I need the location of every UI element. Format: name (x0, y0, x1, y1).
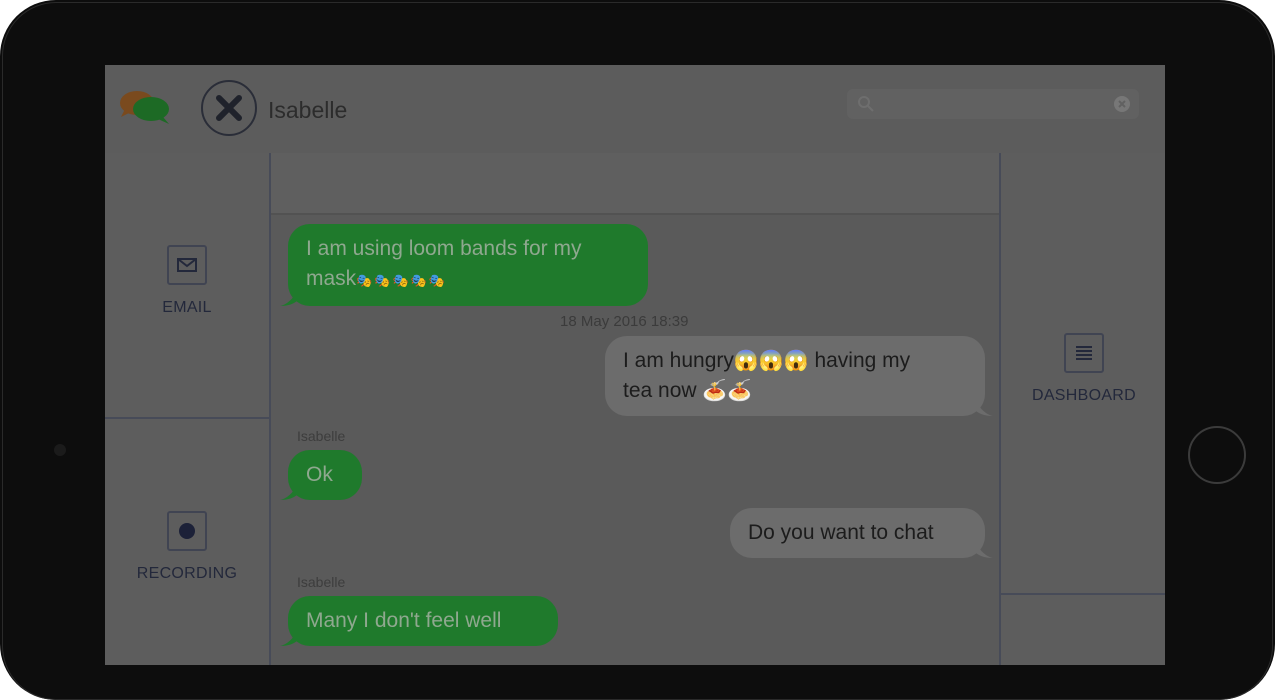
chat-top-bar (271, 153, 999, 215)
message-text: I am using loom bands for my (306, 237, 582, 260)
recording-button[interactable]: RECORDING (105, 511, 269, 583)
close-icon (216, 95, 242, 121)
envelope-icon (177, 258, 197, 272)
message-bubble-incoming: Ok (280, 450, 362, 500)
bubble-tail (280, 630, 298, 646)
dashboard-button[interactable]: DASHBOARD (1001, 333, 1165, 405)
contact-name: Isabelle (268, 97, 348, 123)
scream-emoji: 😱😱😱 (733, 350, 809, 372)
sender-name: Isabelle (297, 428, 346, 444)
message-text: Ok (306, 463, 333, 486)
front-camera (54, 444, 66, 456)
bubble-tail (280, 290, 298, 306)
right-action-panel: DASHBOARD (999, 153, 1165, 665)
sender-name: Isabelle (297, 574, 346, 590)
message-bubble-outgoing: I am hungry😱😱😱 having my tea now 🍝🍝 (605, 336, 993, 416)
record-icon (179, 523, 195, 539)
mask-emoji: 🎭🎭🎭🎭🎭 (356, 273, 448, 288)
recording-icon-box (167, 511, 207, 551)
home-button[interactable] (1188, 426, 1246, 484)
recording-label: RECORDING (136, 565, 238, 582)
message-list: I am using loom bands for my mask🎭🎭🎭🎭🎭 1… (271, 215, 999, 665)
message-text: I am hungry😱😱😱 having my (623, 349, 911, 372)
search-input[interactable] (847, 89, 1139, 119)
email-icon-box (167, 245, 207, 285)
bubble-tail (975, 400, 993, 416)
message-bubble-incoming: Many I don't feel well (280, 596, 558, 646)
message-text-line2: tea now 🍝🍝 (623, 379, 753, 402)
panel-divider (1001, 593, 1165, 595)
panel-divider (105, 417, 269, 419)
message-bubble-incoming: I am using loom bands for my mask🎭🎭🎭🎭🎭 (280, 224, 648, 306)
bubble-tail (280, 484, 298, 500)
dashboard-icon-box (1064, 333, 1104, 373)
search-icon (858, 96, 874, 112)
chat-bubbles-logo-icon (120, 91, 169, 124)
message-text-line2: mask🎭🎭🎭🎭🎭 (306, 267, 448, 290)
dashboard-label: DASHBOARD (1031, 387, 1137, 404)
message-bubble-outgoing: Do you want to chat (730, 508, 993, 558)
app-header: Isabelle (105, 65, 1165, 154)
message-timestamp: 18 May 2016 18:39 (560, 313, 689, 330)
left-action-panel: EMAIL RECORDING (105, 153, 271, 665)
menu-lines-icon (1076, 346, 1092, 360)
message-text: Do you want to chat (748, 521, 934, 544)
tablet-device: Isabelle EMAIL RECORDING DASHBOARD I am … (0, 0, 1275, 700)
app-screen: Isabelle EMAIL RECORDING DASHBOARD I am … (105, 65, 1165, 665)
food-emoji: 🍝🍝 (702, 380, 753, 402)
email-label: EMAIL (162, 299, 212, 316)
email-button[interactable]: EMAIL (105, 245, 269, 317)
bubble-tail (975, 542, 993, 558)
message-text: Many I don't feel well (306, 609, 502, 632)
close-conversation-button[interactable] (201, 80, 257, 136)
clear-search-icon[interactable] (1113, 95, 1131, 113)
